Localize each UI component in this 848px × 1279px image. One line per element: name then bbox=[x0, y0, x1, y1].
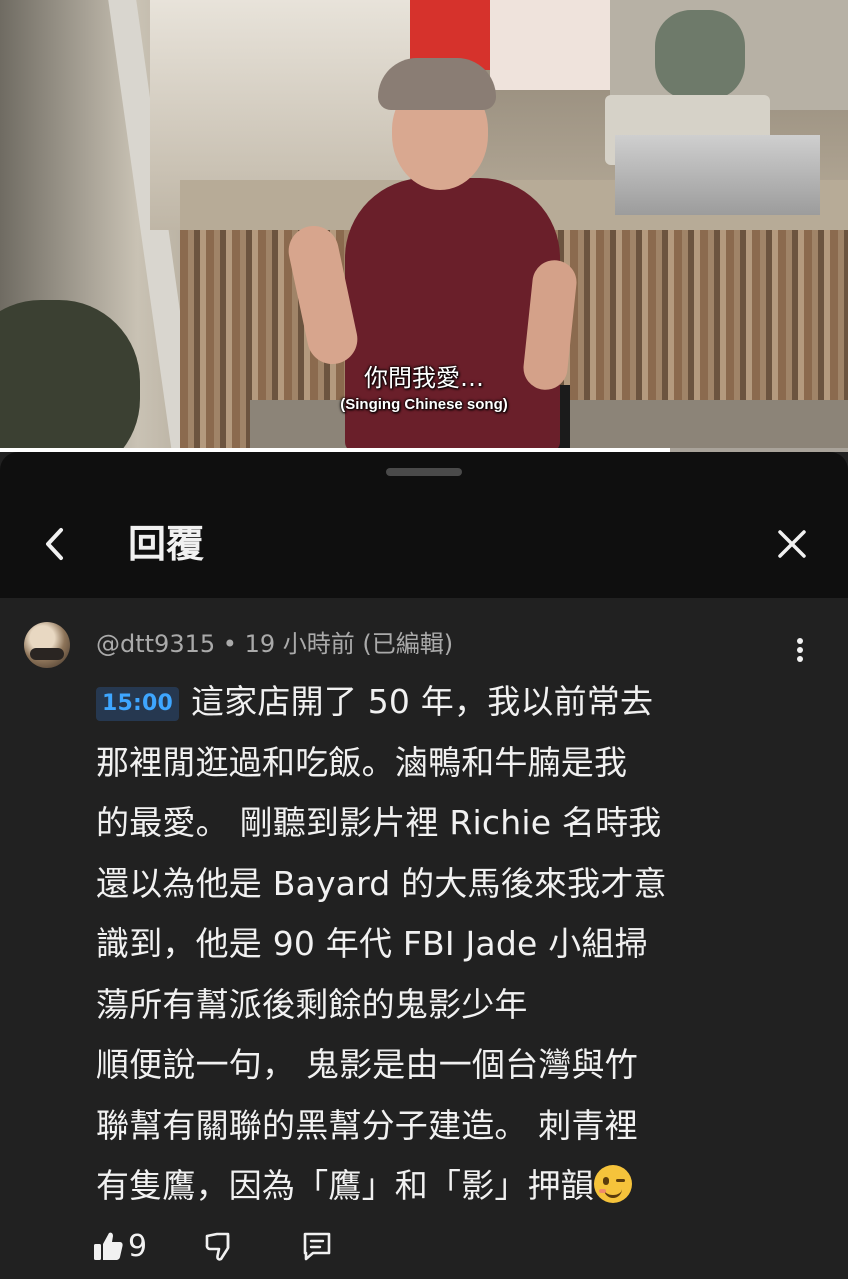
more-vertical-icon bbox=[797, 638, 803, 662]
caption: 你問我愛… (Singing Chinese song) bbox=[0, 362, 848, 416]
comment-line: 的最愛。 剛聽到影片裡 Richie 名時我 bbox=[96, 803, 662, 842]
panel-header: 回覆 bbox=[0, 452, 848, 598]
comment-line: 那裡閒逛過和吃飯。滷鴨和牛腩是我 bbox=[96, 742, 628, 782]
comment-line: 有隻鷹，因為「鷹」和「影」押韻 bbox=[96, 1156, 806, 1217]
caption-english: (Singing Chinese song) bbox=[340, 396, 508, 413]
comment-line-text: 有隻鷹，因為「鷹」和「影」押韻 bbox=[96, 1166, 594, 1205]
caption-chinese: 你問我愛… bbox=[364, 364, 484, 392]
comment-icon bbox=[303, 1232, 331, 1261]
steel-panel bbox=[615, 135, 820, 215]
video-player[interactable]: 你問我愛… (Singing Chinese song) bbox=[0, 0, 848, 452]
comment-author[interactable]: @dtt9315 bbox=[96, 630, 215, 658]
winking-face-icon bbox=[594, 1165, 632, 1203]
timestamp-link[interactable]: 15:00 bbox=[96, 687, 180, 721]
thumbs-down-icon bbox=[205, 1232, 230, 1261]
like-button[interactable]: 9 bbox=[92, 1226, 147, 1266]
back-button[interactable] bbox=[30, 516, 80, 572]
close-icon bbox=[778, 530, 806, 558]
comment-line: 15:00 這家店開了 50 年，我以前常去 bbox=[96, 672, 806, 733]
reply-button[interactable] bbox=[300, 1226, 334, 1266]
comment-line: 還以為他是 Bayard 的大馬後來我才意 bbox=[96, 863, 667, 903]
comment-line: 順便說一句， 鬼影是由一個台灣與竹 bbox=[96, 1045, 638, 1084]
meta-separator: • bbox=[222, 630, 237, 658]
replies-panel: 回覆 @dtt9315 • 19 小時前 (已編輯) 15:00 這家店開了 50… bbox=[0, 452, 848, 1279]
thumbs-up-icon bbox=[94, 1232, 123, 1260]
more-options-button[interactable] bbox=[784, 630, 816, 670]
comment-line: 聯幫有關聯的黑幫分子建造。 刺青裡 bbox=[96, 1105, 638, 1145]
panel-title: 回覆 bbox=[128, 522, 205, 566]
edited-label: (已編輯) bbox=[362, 630, 454, 658]
avatar[interactable] bbox=[24, 622, 70, 668]
dislike-button[interactable] bbox=[204, 1226, 236, 1266]
close-button[interactable] bbox=[764, 516, 820, 572]
like-count: 9 bbox=[128, 1228, 148, 1264]
comment-line-text: 這家店開了 50 年，我以前常去 bbox=[191, 682, 654, 721]
comment-line: 識到，他是 90 年代 FBI Jade 小組掃 bbox=[96, 924, 648, 963]
woman-hat bbox=[378, 58, 496, 110]
comment-text: 15:00 這家店開了 50 年，我以前常去 那裡閒逛過和吃飯。滷鴨和牛腩是我 的… bbox=[96, 672, 806, 1217]
comment-line: 蕩所有幫派後剩餘的鬼影少年 bbox=[96, 984, 528, 1024]
comment-meta: @dtt9315 • 19 小時前 (已編輯) bbox=[96, 628, 453, 660]
chevron-left-icon bbox=[46, 528, 63, 560]
worker-figure bbox=[655, 10, 745, 100]
drag-handle[interactable] bbox=[386, 468, 462, 476]
comment-actions: 9 bbox=[92, 1226, 392, 1266]
comment-time: 19 小時前 bbox=[244, 630, 355, 658]
menu-sign bbox=[490, 0, 610, 90]
